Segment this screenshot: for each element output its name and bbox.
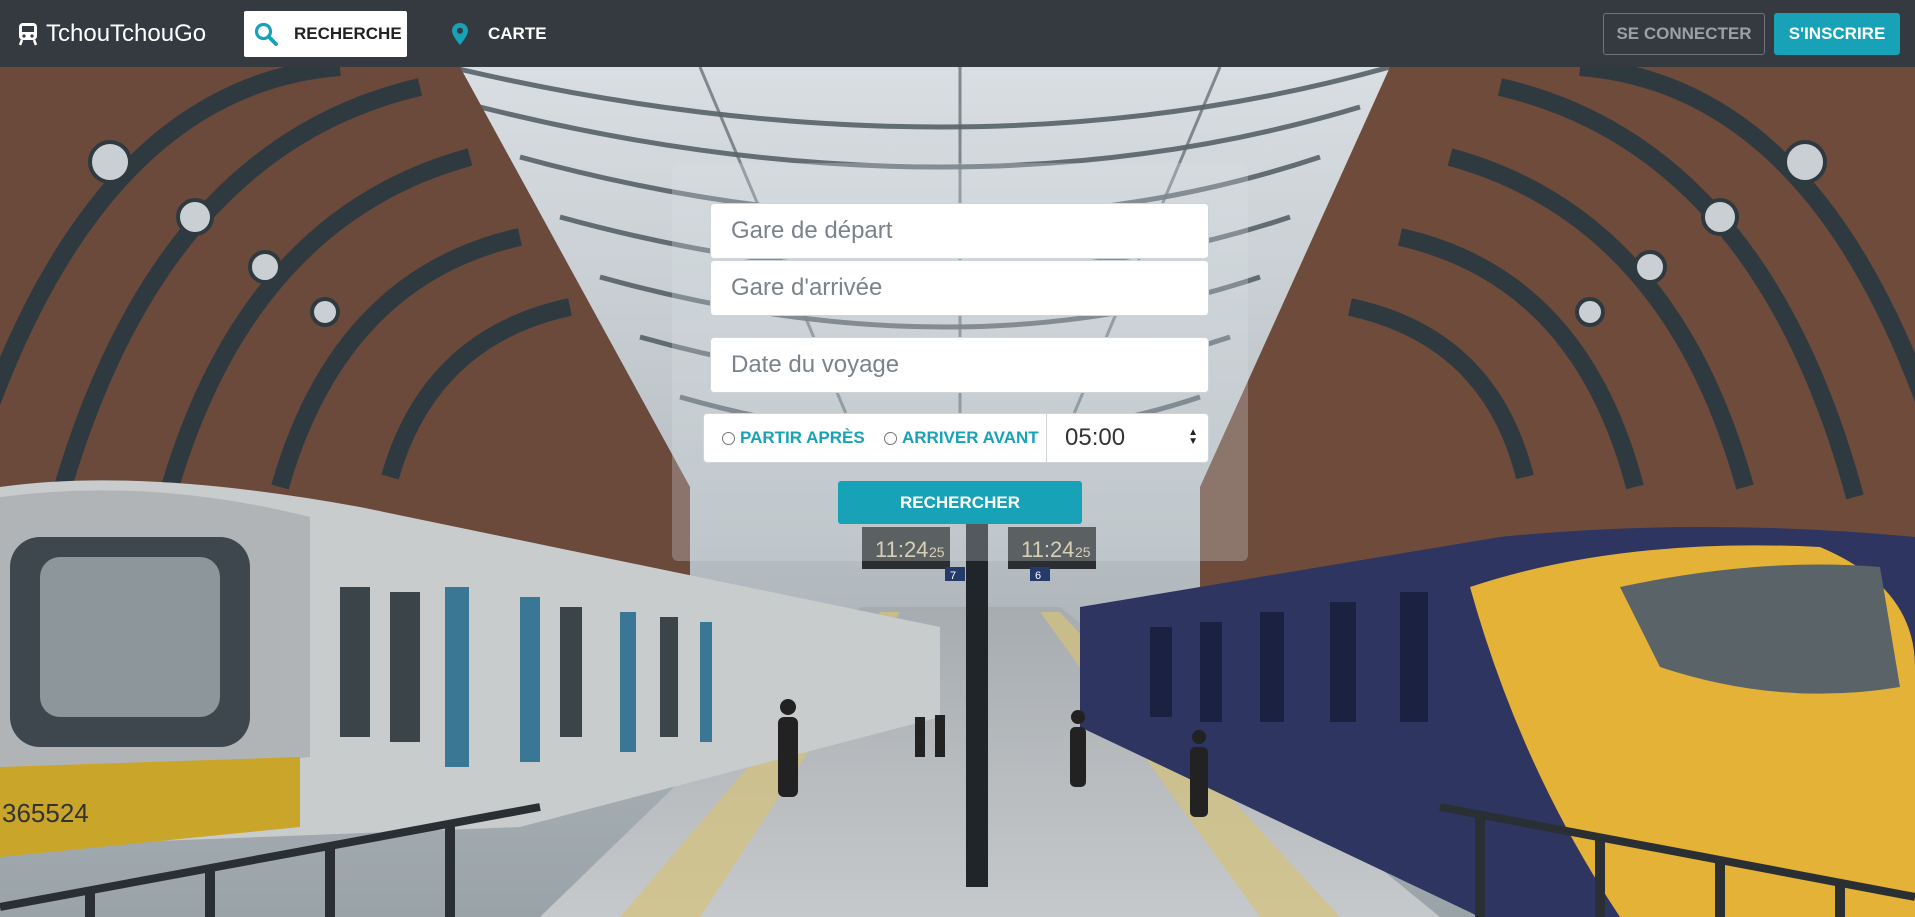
- train-number: 365524: [2, 798, 89, 828]
- arrival-station-input[interactable]: Gare d'arrivée: [710, 260, 1209, 316]
- search-submit-button[interactable]: RECHERCHER: [838, 481, 1082, 524]
- depart-after-radio[interactable]: [722, 431, 735, 445]
- brand-logo[interactable]: TchouTchouGo: [18, 18, 206, 50]
- depart-after-option[interactable]: PARTIR APRÈS: [722, 428, 865, 448]
- time-option-group: PARTIR APRÈS ARRIVER AVANT 05:00 ▲ ▼: [703, 413, 1209, 463]
- login-button[interactable]: SE CONNECTER: [1603, 13, 1765, 55]
- platform-number-left: 7: [950, 570, 956, 582]
- time-select[interactable]: 05:00 ▲ ▼: [1046, 414, 1208, 462]
- brand-name: TchouTchouGo: [46, 20, 207, 47]
- depart-after-label: PARTIR APRÈS: [740, 428, 865, 447]
- search-icon: [254, 22, 278, 46]
- platform-number-right: 6: [1035, 570, 1041, 582]
- train-icon: [18, 23, 38, 46]
- arrive-before-label: ARRIVER AVANT: [902, 428, 1039, 447]
- navbar: TchouTchouGo RECHERCHE CARTE SE CONNECTE…: [0, 0, 1915, 67]
- select-arrows-icon: ▲ ▼: [1188, 427, 1198, 447]
- signup-button[interactable]: S'INSCRIRE: [1774, 13, 1900, 55]
- time-select-value: 05:00: [1065, 424, 1126, 451]
- map-pin-icon: [452, 23, 468, 45]
- arrive-before-radio[interactable]: [884, 431, 897, 445]
- travel-date-input[interactable]: Date du voyage: [710, 337, 1209, 393]
- arrive-before-option[interactable]: ARRIVER AVANT: [884, 428, 1039, 448]
- nav-map-label: CARTE: [488, 24, 547, 43]
- nav-map-link[interactable]: CARTE: [452, 11, 547, 57]
- nav-search-label: RECHERCHE: [294, 24, 402, 43]
- nav-search-link[interactable]: RECHERCHE: [244, 11, 407, 57]
- departure-station-input[interactable]: Gare de départ: [710, 203, 1209, 259]
